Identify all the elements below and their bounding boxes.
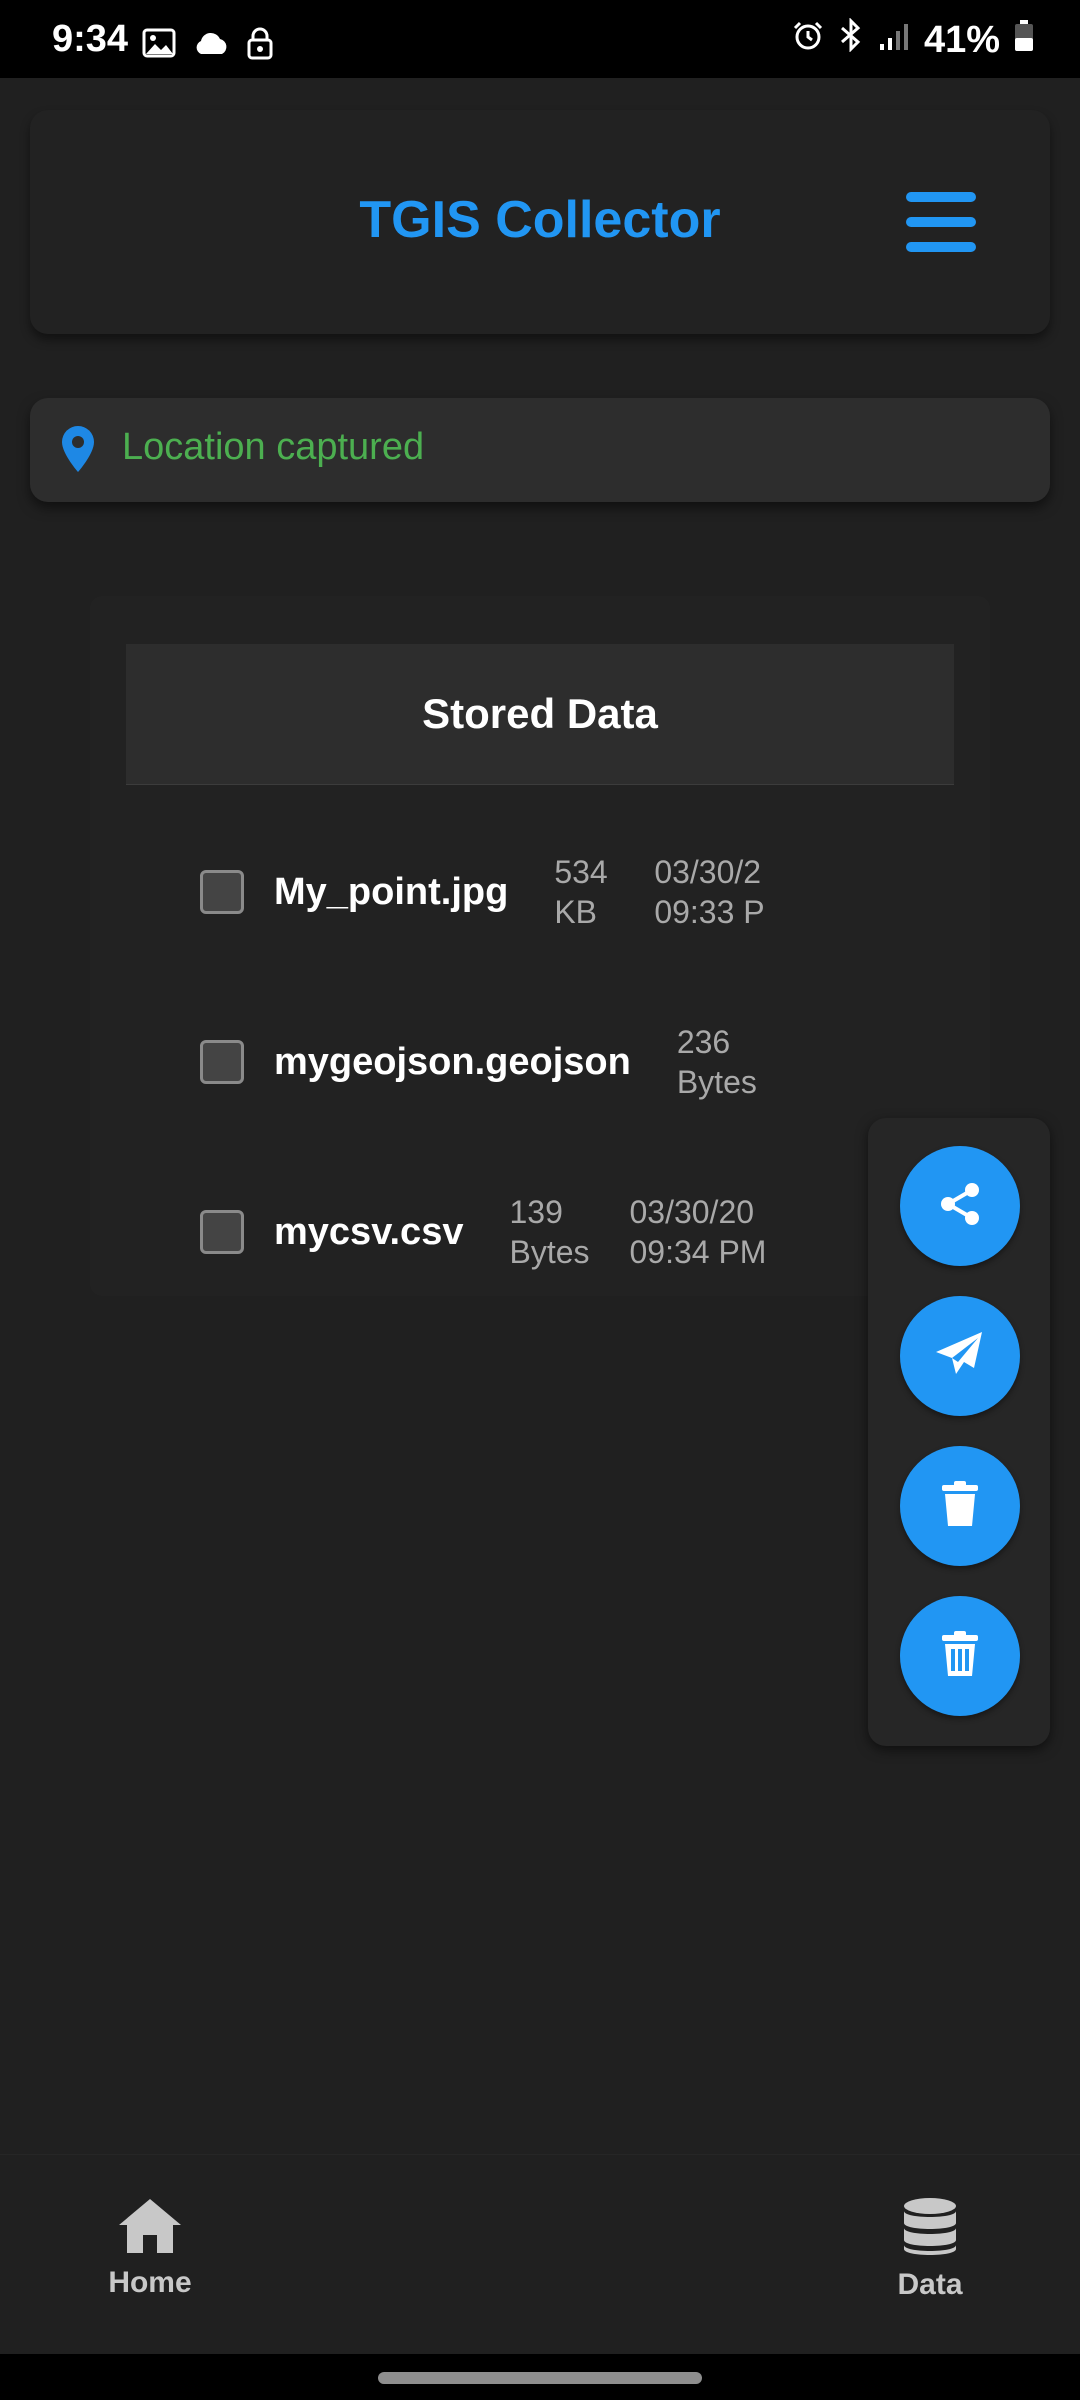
file-date: 03/30/2 09:33 PI <box>654 852 766 932</box>
send-button[interactable] <box>900 1296 1020 1416</box>
map-pin-icon <box>58 424 98 479</box>
bluetooth-icon <box>838 17 864 62</box>
file-name: mycsv.csv <box>274 1210 464 1253</box>
home-indicator[interactable] <box>378 2372 702 2384</box>
file-date-time: 09:34 PM <box>629 1234 766 1270</box>
battery-percent: 41% <box>923 18 1000 61</box>
share-button[interactable] <box>900 1146 1020 1266</box>
alarm-icon <box>792 19 824 62</box>
file-size: 236 Bytes <box>676 1024 757 1100</box>
app-header: TGIS Collector <box>30 110 1050 334</box>
file-checkbox[interactable] <box>200 1210 244 1254</box>
cloud-icon <box>192 30 230 61</box>
file-name: mygeojson.geojson <box>274 1040 631 1083</box>
status-right: 41% <box>792 17 1034 62</box>
location-status-text: Location captured <box>122 426 425 468</box>
file-date-day: 03/30/20 <box>629 1194 755 1230</box>
home-icon <box>117 2199 183 2259</box>
battery-icon <box>1014 19 1034 62</box>
file-row[interactable]: mygeojson.geojson 236 Bytes <box>200 1002 766 1122</box>
signal-icon <box>878 19 910 62</box>
delete-all-button[interactable] <box>900 1596 1020 1716</box>
nav-home-label: Home <box>108 2266 192 2299</box>
file-checkbox[interactable] <box>200 870 244 914</box>
delete-all-icon <box>940 1630 980 1683</box>
send-icon <box>934 1330 986 1383</box>
database-icon <box>902 2198 958 2261</box>
status-time: 9:34 <box>52 18 129 60</box>
bottom-navigation: Home Data <box>0 2154 1080 2355</box>
file-date-time: 09:33 PI <box>654 894 766 930</box>
delete-button[interactable] <box>900 1446 1020 1566</box>
file-row[interactable]: My_point.jpg 534 KB 03/30/2 09:33 PI <box>200 832 766 952</box>
file-name: My_point.jpg <box>274 870 509 913</box>
status-bar: 9:34 41% <box>0 0 1080 78</box>
image-icon <box>142 28 176 63</box>
file-row[interactable]: mycsv.csv 139 Bytes 03/30/20 09:34 PM <box>200 1172 766 1292</box>
nav-home[interactable]: Home <box>100 2197 200 2300</box>
hamburger-menu-icon[interactable] <box>906 192 976 254</box>
file-size: 139 Bytes <box>509 1194 590 1270</box>
delete-icon <box>940 1480 980 1533</box>
location-status-bar: Location captured <box>30 398 1050 502</box>
stored-data-title: Stored Data <box>126 644 954 785</box>
file-date: 03/30/20 09:34 PM <box>629 1192 766 1272</box>
app-title: TGIS Collector <box>359 191 721 249</box>
nav-data[interactable]: Data <box>880 2197 980 2302</box>
nav-data-label: Data <box>897 2268 963 2301</box>
file-list: My_point.jpg 534 KB 03/30/2 09:33 PI myg… <box>200 832 766 1332</box>
file-size: 534 KB <box>554 854 608 930</box>
file-date-day: 03/30/2 <box>654 854 762 890</box>
lock-icon <box>246 26 274 65</box>
action-panel <box>868 1118 1050 1746</box>
share-icon <box>936 1180 984 1233</box>
status-left-icons <box>142 26 274 65</box>
file-checkbox[interactable] <box>200 1040 244 1084</box>
